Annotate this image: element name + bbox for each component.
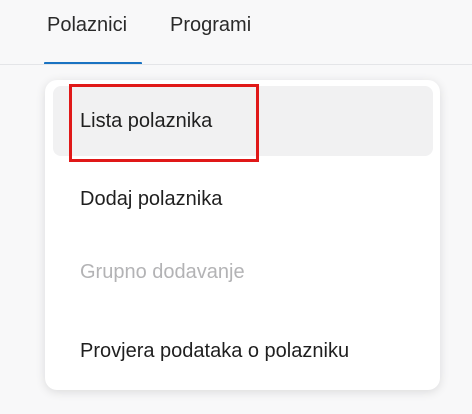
menu-item-lista-polaznika[interactable]: Lista polaznika xyxy=(53,86,433,156)
menu-item-dodaj-polaznika[interactable]: Dodaj polaznika xyxy=(53,164,433,234)
top-tabbar: Polaznici Programi xyxy=(0,0,472,66)
app-root: Polaznici Programi Lista polaznika Dodaj… xyxy=(0,0,472,414)
menu-item-provjera-podataka[interactable]: Provjera podataka o polazniku xyxy=(53,316,433,386)
polaznici-dropdown-menu: Lista polaznika Dodaj polaznika Grupno d… xyxy=(45,80,440,390)
tab-polaznici[interactable]: Polaznici xyxy=(47,14,127,37)
tabbar-divider xyxy=(0,64,472,65)
menu-item-grupno-dodavanje: Grupno dodavanje xyxy=(80,261,245,283)
tab-programi[interactable]: Programi xyxy=(170,14,251,37)
